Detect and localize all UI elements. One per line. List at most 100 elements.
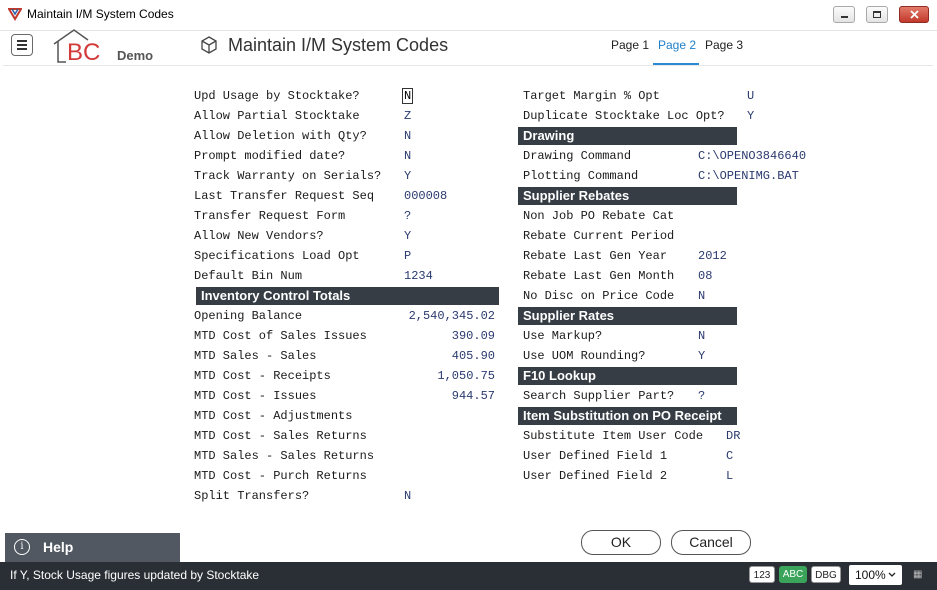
target-margin-opt-field[interactable]: U xyxy=(747,89,754,103)
rebate-last-gen-year-field[interactable]: 2012 xyxy=(698,249,727,263)
transfer-request-form-field[interactable]: ? xyxy=(404,209,411,223)
field-label: Split Transfers? xyxy=(194,489,310,503)
mtd-cost-issues-value[interactable]: 944.57 xyxy=(380,389,495,403)
edition-label: Demo xyxy=(117,48,154,63)
total-label: MTD Cost - Adjustments xyxy=(194,409,353,423)
help-label: Help xyxy=(43,539,74,555)
default-bin-num-field[interactable]: 1234 xyxy=(404,269,433,283)
allow-partial-stocktake-field[interactable]: Z xyxy=(404,109,411,123)
user-defined-field-1[interactable]: C xyxy=(726,449,733,463)
field-label: Prompt modified date? xyxy=(194,149,346,163)
use-uom-rounding-field[interactable]: Y xyxy=(698,349,705,363)
maximize-icon xyxy=(873,11,881,18)
field-label: User Defined Field 2 xyxy=(523,469,668,483)
split-transfers-field[interactable]: N xyxy=(404,489,411,503)
tab-page-2[interactable]: Page 2 xyxy=(658,38,696,52)
field-label: Plotting Command xyxy=(523,169,639,183)
field-label: No Disc on Price Code xyxy=(523,289,675,303)
section-header-inventory-totals: Inventory Control Totals xyxy=(196,287,499,305)
resize-grip-icon[interactable]: ▦ xyxy=(913,569,922,580)
cube-icon xyxy=(201,36,217,54)
search-supplier-part-field[interactable]: ? xyxy=(698,389,705,403)
user-defined-field-2[interactable]: L xyxy=(726,469,733,483)
close-icon xyxy=(910,10,919,19)
total-label: MTD Cost - Receipts xyxy=(194,369,331,383)
tab-page-1[interactable]: Page 1 xyxy=(611,38,649,52)
logo: BC xyxy=(52,28,114,67)
menu-button[interactable] xyxy=(11,34,33,56)
field-label: Use Markup? xyxy=(523,329,603,343)
total-label: MTD Sales - Sales xyxy=(194,349,317,363)
tab-page-3[interactable]: Page 3 xyxy=(705,38,743,52)
total-label: MTD Cost - Sales Returns xyxy=(194,429,367,443)
maximize-button[interactable] xyxy=(866,6,888,23)
allow-new-vendors-field[interactable]: Y xyxy=(404,229,411,243)
page-title: Maintain I/M System Codes xyxy=(228,35,449,55)
field-label: Non Job PO Rebate Cat xyxy=(523,209,675,223)
field-label: Rebate Last Gen Month xyxy=(523,269,675,283)
allow-deletion-field[interactable]: N xyxy=(404,129,411,143)
section-header-drawing: Drawing xyxy=(518,127,737,145)
field-label: Duplicate Stocktake Loc Opt? xyxy=(523,109,725,123)
field-label: Use UOM Rounding? xyxy=(523,349,646,363)
field-label: Track Warranty on Serials? xyxy=(194,169,382,183)
section-header-supplier-rebates: Supplier Rebates xyxy=(518,187,737,205)
section-header-supplier-rates: Supplier Rates xyxy=(518,307,737,325)
drawing-command-field[interactable]: C:\OPENO3846640 xyxy=(698,149,806,163)
upd-usage-input[interactable]: N xyxy=(402,88,414,104)
field-label: Transfer Request Form xyxy=(194,209,346,223)
duplicate-stocktake-loc-field[interactable]: Y xyxy=(747,109,754,123)
mtd-sales-sales-value[interactable]: 405.90 xyxy=(380,349,495,363)
total-label: MTD Cost - Issues xyxy=(194,389,317,403)
status-message: If Y, Stock Usage figures updated by Sto… xyxy=(10,568,260,582)
menu-icon-bar xyxy=(17,44,27,46)
chevron-down-icon xyxy=(888,572,896,577)
status-bar: If Y, Stock Usage figures updated by Sto… xyxy=(0,562,937,590)
field-label: Allow Deletion with Qty? xyxy=(194,129,367,143)
field-label: Specifications Load Opt xyxy=(194,249,360,263)
debug-badge: DBG xyxy=(811,566,841,583)
total-label: MTD Cost - Purch Returns xyxy=(194,469,367,483)
no-disc-price-code-field[interactable]: N xyxy=(698,289,705,303)
app-icon xyxy=(8,8,22,21)
header-divider xyxy=(3,65,933,66)
total-label: Opening Balance xyxy=(194,309,303,323)
menu-icon xyxy=(17,40,27,42)
plotting-command-field[interactable]: C:\OPENIMG.BAT xyxy=(698,169,799,183)
mtd-cost-sales-issues-value[interactable]: 390.09 xyxy=(380,329,495,343)
specifications-load-opt-field[interactable]: P xyxy=(404,249,411,263)
field-label: Search Supplier Part? xyxy=(523,389,675,403)
field-label: Substitute Item User Code xyxy=(523,429,704,443)
field-label: Rebate Current Period xyxy=(523,229,675,243)
field-label: Target Margin % Opt xyxy=(523,89,660,103)
section-header-item-substitution: Item Substitution on PO Receipt xyxy=(518,407,737,425)
info-icon: i xyxy=(14,539,30,555)
opening-balance-value[interactable]: 2,540,345.02 xyxy=(380,309,495,323)
field-label: Upd Usage by Stocktake? xyxy=(194,89,360,103)
window-title: Maintain I/M System Codes xyxy=(27,7,174,21)
help-panel[interactable]: i Help xyxy=(5,533,180,562)
cancel-button[interactable]: Cancel xyxy=(671,530,751,555)
field-label: User Defined Field 1 xyxy=(523,449,668,463)
title-bar: Maintain I/M System Codes xyxy=(0,0,937,31)
total-label: MTD Cost of Sales Issues xyxy=(194,329,367,343)
field-label: Drawing Command xyxy=(523,149,632,163)
caps-lock-badge: ABC xyxy=(779,566,807,583)
prompt-modified-date-field[interactable]: N xyxy=(404,149,411,163)
field-label: Rebate Last Gen Year xyxy=(523,249,668,263)
substitute-item-user-code-field[interactable]: DR xyxy=(726,429,740,443)
ok-button[interactable]: OK xyxy=(581,530,661,555)
last-transfer-seq-field[interactable]: 000008 xyxy=(404,189,447,203)
zoom-select[interactable]: 100% xyxy=(849,565,902,585)
total-label: MTD Sales - Sales Returns xyxy=(194,449,375,463)
close-button[interactable] xyxy=(899,6,929,23)
minimize-button[interactable] xyxy=(833,6,855,23)
mtd-cost-receipts-value[interactable]: 1,050.75 xyxy=(380,369,495,383)
use-markup-field[interactable]: N xyxy=(698,329,705,343)
rebate-last-gen-month-field[interactable]: 08 xyxy=(698,269,712,283)
zoom-value: 100% xyxy=(855,568,886,582)
field-label: Last Transfer Request Seq xyxy=(194,189,375,203)
track-warranty-field[interactable]: Y xyxy=(404,169,411,183)
minimize-icon xyxy=(841,16,848,18)
field-label: Default Bin Num xyxy=(194,269,303,283)
